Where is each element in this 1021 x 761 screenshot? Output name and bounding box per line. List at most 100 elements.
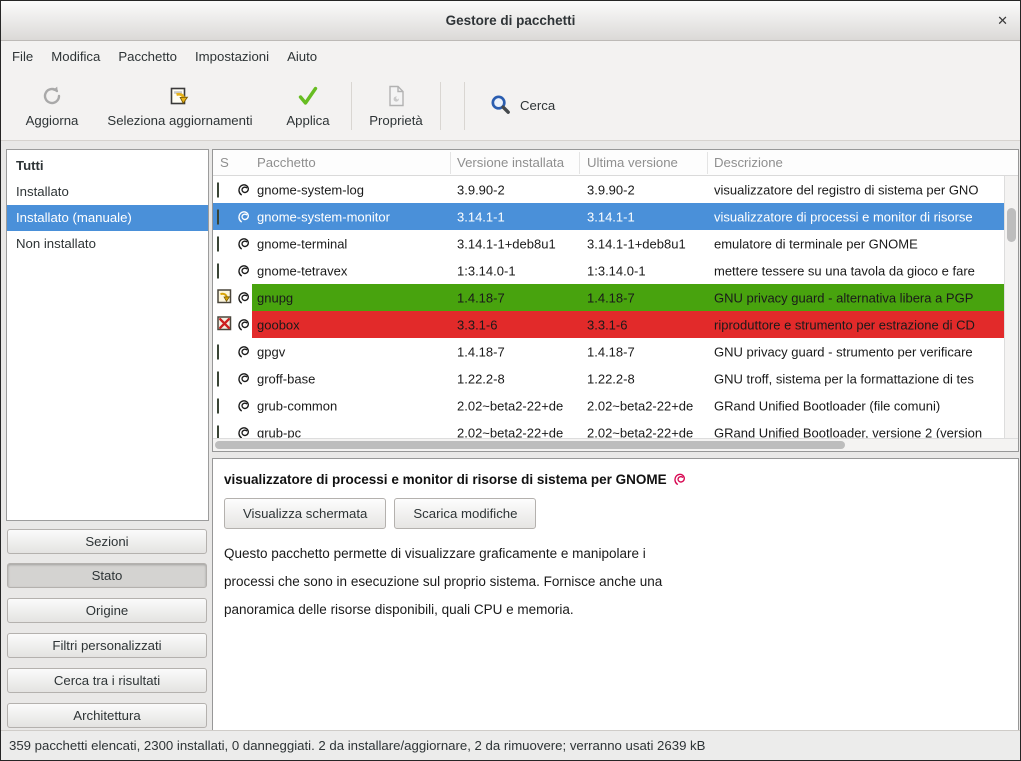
horizontal-scrollbar-thumb[interactable] — [215, 441, 845, 449]
package-description: Questo pacchetto permette di visualizzar… — [224, 546, 1007, 617]
installed-checkbox-icon — [217, 182, 219, 197]
package-description-cell: GNU troff, sistema per la formattazione … — [714, 371, 1005, 386]
installed-checkbox-icon — [217, 263, 219, 278]
menu-impostazioni[interactable]: Impostazioni — [186, 43, 278, 70]
table-row[interactable]: gnupg1.4.18-71.4.18-7GNU privacy guard -… — [213, 284, 1005, 311]
package-summary-text: visualizzatore di processi e monitor di … — [224, 472, 667, 487]
column-separator — [707, 152, 708, 174]
installed-version: 2.02~beta2-22+de — [457, 398, 578, 413]
filter-non-installato[interactable]: Non installato — [7, 231, 208, 257]
latest-version: 1:3.14.0-1 — [587, 263, 705, 278]
vertical-scrollbar-thumb[interactable] — [1007, 208, 1016, 242]
debian-swirl-icon — [674, 473, 687, 486]
properties-button: Proprietà — [352, 75, 440, 137]
menu-modifica[interactable]: Modifica — [42, 43, 109, 70]
table-row[interactable]: gnome-system-monitor3.14.1-13.14.1-1visu… — [213, 203, 1005, 230]
package-description-cell: emulatore di terminale per GNOME — [714, 236, 1005, 251]
close-icon[interactable]: ✕ — [997, 14, 1008, 27]
table-header: S Pacchetto Versione installata Ultima vers… — [213, 150, 1018, 176]
table-row[interactable]: groff-base1.22.2-81.22.2-8GNU troff, sis… — [213, 365, 1005, 392]
table-row[interactable]: grub-pc2.02~beta2-22+de2.02~beta2-22+deG… — [213, 419, 1005, 438]
menubar: FileModificaPacchettoImpostazioniAiuto — [1, 41, 1020, 71]
column-header-descrizione[interactable]: Descrizione — [714, 155, 783, 170]
details-buttons: Visualizza schermata Scarica modifiche — [224, 498, 1007, 529]
package-description-cell: visualizzatore del registro di sistema p… — [714, 182, 1005, 197]
mark-upgrades-label: Seleziona aggiornamenti — [107, 113, 252, 128]
menu-file[interactable]: File — [3, 43, 42, 70]
installed-checkbox-icon — [217, 236, 219, 251]
installed-version: 1.4.18-7 — [457, 290, 578, 305]
package-status-icon — [217, 209, 235, 224]
installed-version: 3.9.90-2 — [457, 182, 578, 197]
sidebar-button-origine[interactable]: Origine — [7, 598, 207, 623]
screenshot-button[interactable]: Visualizza schermata — [224, 498, 386, 529]
changelog-button[interactable]: Scarica modifiche — [394, 498, 536, 529]
filter-installato-manuale[interactable]: Installato (manuale) — [7, 205, 208, 231]
package-status-icon — [217, 236, 235, 251]
sidebar-button-filtri-personalizzati[interactable]: Filtri personalizzati — [7, 633, 207, 658]
table-row[interactable]: gpgv1.4.18-71.4.18-7GNU privacy guard - … — [213, 338, 1005, 365]
table-row[interactable]: gnome-terminal3.14.1-1+deb8u13.14.1-1+de… — [213, 230, 1005, 257]
horizontal-scrollbar[interactable] — [213, 438, 1018, 451]
latest-version: 1.4.18-7 — [587, 290, 705, 305]
menu-pacchetto[interactable]: Pacchetto — [109, 43, 186, 70]
filter-tutti[interactable]: Tutti — [7, 153, 208, 179]
package-status-icon — [217, 182, 235, 197]
filter-installato[interactable]: Installato — [7, 179, 208, 205]
sidebar-button-architettura[interactable]: Architettura — [7, 703, 207, 728]
package-status-icon — [217, 344, 235, 359]
installed-checkbox-icon — [217, 344, 219, 359]
toolbar: AggiornaSeleziona aggiornamentiApplicaPr… — [1, 71, 1020, 141]
package-description-cell: mettere tessere su una tavola da gioco e… — [714, 263, 1005, 278]
package-name: gnome-tetravex — [257, 263, 449, 278]
table-row[interactable]: grub-common2.02~beta2-22+de2.02~beta2-22… — [213, 392, 1005, 419]
latest-version: 3.14.1-1 — [587, 209, 705, 224]
apply-label: Applica — [286, 113, 329, 128]
vertical-scrollbar[interactable] — [1004, 176, 1018, 438]
statusbar: 359 pacchetti elencati, 2300 installati,… — [1, 730, 1020, 760]
sidebar-button-sezioni[interactable]: Sezioni — [7, 529, 207, 554]
filter-list: TuttiInstallatoInstallato (manuale)Non i… — [6, 149, 209, 521]
package-name: gnome-system-monitor — [257, 209, 449, 224]
search-button[interactable]: Cerca — [477, 84, 567, 128]
package-description-cell: GNU privacy guard - alternativa libera a… — [714, 290, 1005, 305]
latest-version: 1.4.18-7 — [587, 344, 705, 359]
mark-upgrades-button[interactable]: Seleziona aggiornamenti — [95, 75, 265, 137]
package-name: groff-base — [257, 371, 449, 386]
mark-upgrades-icon — [168, 83, 192, 109]
table-row[interactable]: gnome-system-log3.9.90-23.9.90-2visualiz… — [213, 176, 1005, 203]
table-row[interactable]: gnome-tetravex 1:3.14.0-1 1:3.14.0-1 metter… — [213, 257, 1005, 284]
installed-checkbox-icon — [217, 425, 219, 438]
sidebar-button-stato[interactable]: Stato — [7, 563, 207, 588]
package-summary: visualizzatore di processi e monitor di … — [224, 472, 1007, 487]
apply-button[interactable]: Applica — [265, 75, 351, 137]
package-status-icon — [217, 263, 235, 278]
search-label: Cerca — [520, 98, 555, 113]
installed-version: 1.22.2-8 — [457, 371, 578, 386]
installed-version: 1:3.14.0-1 — [457, 263, 578, 278]
table-row[interactable]: goobox3.3.1-63.3.1-6riproduttore e strum… — [213, 311, 1005, 338]
installed-checkbox-icon — [217, 371, 219, 386]
debian-swirl-icon — [238, 318, 253, 331]
package-description-line: Questo pacchetto permette di visualizzar… — [224, 546, 1007, 561]
debian-swirl-icon — [238, 345, 253, 358]
package-name: grub-common — [257, 398, 449, 413]
menu-aiuto[interactable]: Aiuto — [278, 43, 326, 70]
package-name: gnome-system-log — [257, 182, 449, 197]
column-header-versione-installata[interactable]: Versione installata — [457, 155, 564, 170]
sidebar-button-cerca-tra-i-risultati[interactable]: Cerca tra i risultati — [7, 668, 207, 693]
search-icon — [489, 93, 512, 119]
table-rows: gnome-system-log3.9.90-23.9.90-2visualiz… — [213, 176, 1005, 438]
toolbar-separator — [440, 82, 441, 130]
package-status-icon — [217, 371, 235, 386]
package-details-panel: visualizzatore di processi e monitor di … — [212, 458, 1019, 732]
installed-version: 3.3.1-6 — [457, 317, 578, 332]
apply-check-icon — [296, 83, 320, 109]
package-description-cell: riproduttore e strumento per estrazione … — [714, 317, 1005, 332]
window-title: Gestore di pacchetti — [1, 13, 1020, 28]
debian-swirl-icon — [238, 264, 253, 277]
column-header-ultima-versione[interactable]: Ultima versione — [587, 155, 678, 170]
refresh-icon — [40, 83, 64, 109]
column-header-pacchetto[interactable]: Pacchetto — [257, 155, 316, 170]
column-header-s[interactable]: S — [220, 155, 229, 170]
